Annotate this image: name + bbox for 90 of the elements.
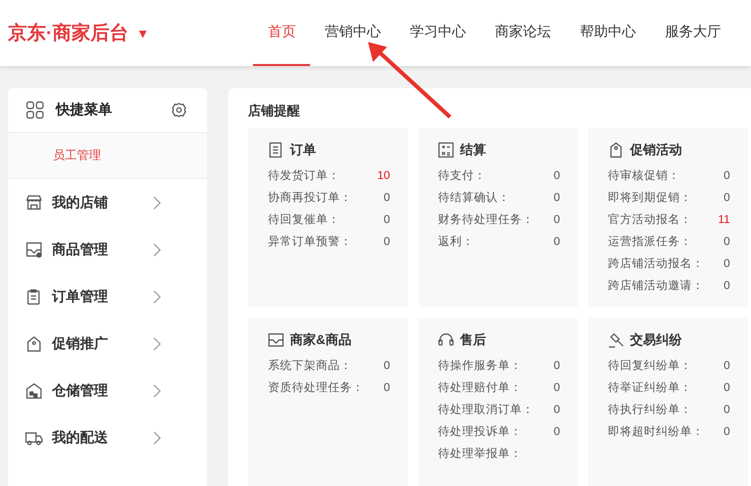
nav-tab[interactable]: 营销中心: [310, 0, 395, 66]
headset-icon: [438, 332, 454, 348]
stat-label: 待回复催单：: [268, 212, 340, 228]
stat-value[interactable]: 0: [724, 399, 730, 421]
warehouse-icon: [25, 382, 43, 400]
chevron-right-icon: [153, 290, 161, 304]
stat-value[interactable]: 0: [724, 165, 730, 187]
sidebar-item[interactable]: 促销推广: [8, 320, 207, 367]
stat-label: 待发货订单：: [268, 168, 340, 184]
card-title: 结算: [460, 141, 486, 159]
logo-text[interactable]: 京东·商家后台: [8, 20, 128, 46]
stat-value[interactable]: 0: [724, 187, 730, 209]
sidebar-item[interactable]: 我的店铺: [8, 179, 207, 226]
stat-value[interactable]: 0: [554, 377, 560, 399]
tray-icon: [25, 240, 43, 258]
sidebar-item[interactable]: 商品管理: [8, 226, 207, 273]
stat-label: 跨店铺活动报名：: [608, 256, 704, 272]
nav-tab[interactable]: 学习中心: [395, 0, 480, 66]
stat-value[interactable]: 0: [554, 421, 560, 443]
settings-icon: [171, 102, 187, 118]
card-title: 订单: [290, 141, 316, 159]
caret-icon[interactable]: ▼: [136, 26, 150, 40]
sidebar-item[interactable]: 仓储管理: [8, 367, 207, 414]
shop-icon: [25, 194, 43, 212]
stat-label: 待支付：: [438, 168, 486, 184]
quick-menu-link[interactable]: 员工管理: [8, 133, 207, 178]
sidebar-item[interactable]: 我的配送: [8, 414, 207, 461]
grid-icon: [26, 101, 44, 119]
stat-label: 待审核促销：: [608, 168, 680, 184]
card-title: 促销活动: [630, 141, 682, 159]
card-title: 售后: [460, 331, 486, 349]
stat-label: 待处理举报单：: [438, 446, 522, 462]
stat-value[interactable]: 0: [384, 231, 390, 253]
stat-label: 财务待处理任务：: [438, 212, 534, 228]
stat-label: 待举证纠纷单：: [608, 380, 692, 396]
stat-label: 待结算确认：: [438, 190, 510, 206]
stat-label: 资质待处理任务：: [268, 380, 364, 396]
stat-value[interactable]: 0: [554, 209, 560, 231]
stat-value[interactable]: 0: [384, 377, 390, 399]
stat-label: 返利：: [438, 234, 474, 250]
stat-value[interactable]: 0: [554, 355, 560, 377]
stat-label: 运营指派任务：: [608, 234, 692, 250]
card-title: 交易纠纷: [630, 331, 682, 349]
stat-value[interactable]: 0: [724, 355, 730, 377]
stat-value[interactable]: 0: [724, 253, 730, 275]
stat-value[interactable]: 10: [377, 165, 390, 187]
stat-label: 官方活动报名：: [608, 212, 692, 228]
stat-value[interactable]: 0: [554, 399, 560, 421]
stat-label: 即将超时纠纷单：: [608, 424, 704, 440]
stat-label: 待执行纠纷单：: [608, 402, 692, 418]
chevron-right-icon: [153, 196, 161, 210]
stat-label: 系统下架商品：: [268, 358, 352, 374]
stat-label: 待操作服务单：: [438, 358, 522, 374]
chevron-right-icon: [153, 384, 161, 398]
tag-icon: [608, 142, 624, 158]
gavel-icon: [608, 332, 624, 348]
stat-label: 待处理取消订单：: [438, 402, 534, 418]
stat-value[interactable]: 0: [384, 355, 390, 377]
stat-value[interactable]: 0: [724, 377, 730, 399]
chevron-right-icon: [153, 336, 161, 350]
card-title: 商家&商品: [290, 331, 352, 349]
stat-label: 待处理投诉单：: [438, 424, 522, 440]
stat-label: 待回复纠纷单：: [608, 358, 692, 374]
stat-value[interactable]: 0: [724, 275, 730, 297]
stat-value[interactable]: 0: [554, 187, 560, 209]
stat-label: 异常订单预警：: [268, 234, 352, 250]
stat-label: 跨店铺活动邀请：: [608, 278, 704, 294]
stat-label: 协商再投订单：: [268, 190, 352, 206]
stat-value[interactable]: 11: [718, 209, 730, 231]
tray-icon: [268, 332, 284, 348]
nav-tab[interactable]: 帮助中心: [565, 0, 650, 66]
stat-value[interactable]: 0: [554, 231, 560, 253]
stat-label: 待处理赔付单：: [438, 380, 522, 396]
stat-value[interactable]: 0: [724, 421, 730, 443]
chevron-right-icon: [153, 430, 161, 444]
tag-icon: [25, 334, 43, 352]
stat-value[interactable]: 0: [724, 231, 730, 253]
document-icon: [268, 142, 284, 158]
stat-value[interactable]: 0: [384, 209, 390, 231]
nav-tab[interactable]: 商家论坛: [480, 0, 565, 66]
stat-label: 即将到期促销：: [608, 190, 692, 206]
sidebar-item[interactable]: 订单管理: [8, 273, 207, 320]
stat-value[interactable]: 0: [384, 187, 390, 209]
chevron-right-icon: [153, 242, 161, 256]
sidebar-title: 快捷菜单: [56, 101, 113, 119]
nav-tab[interactable]: 服务大厅: [650, 0, 735, 66]
section-title: 店铺提醒: [248, 102, 301, 120]
stat-value[interactable]: 0: [554, 165, 560, 187]
calculator-icon: [438, 142, 454, 158]
nav-tab[interactable]: 首页: [253, 0, 310, 66]
